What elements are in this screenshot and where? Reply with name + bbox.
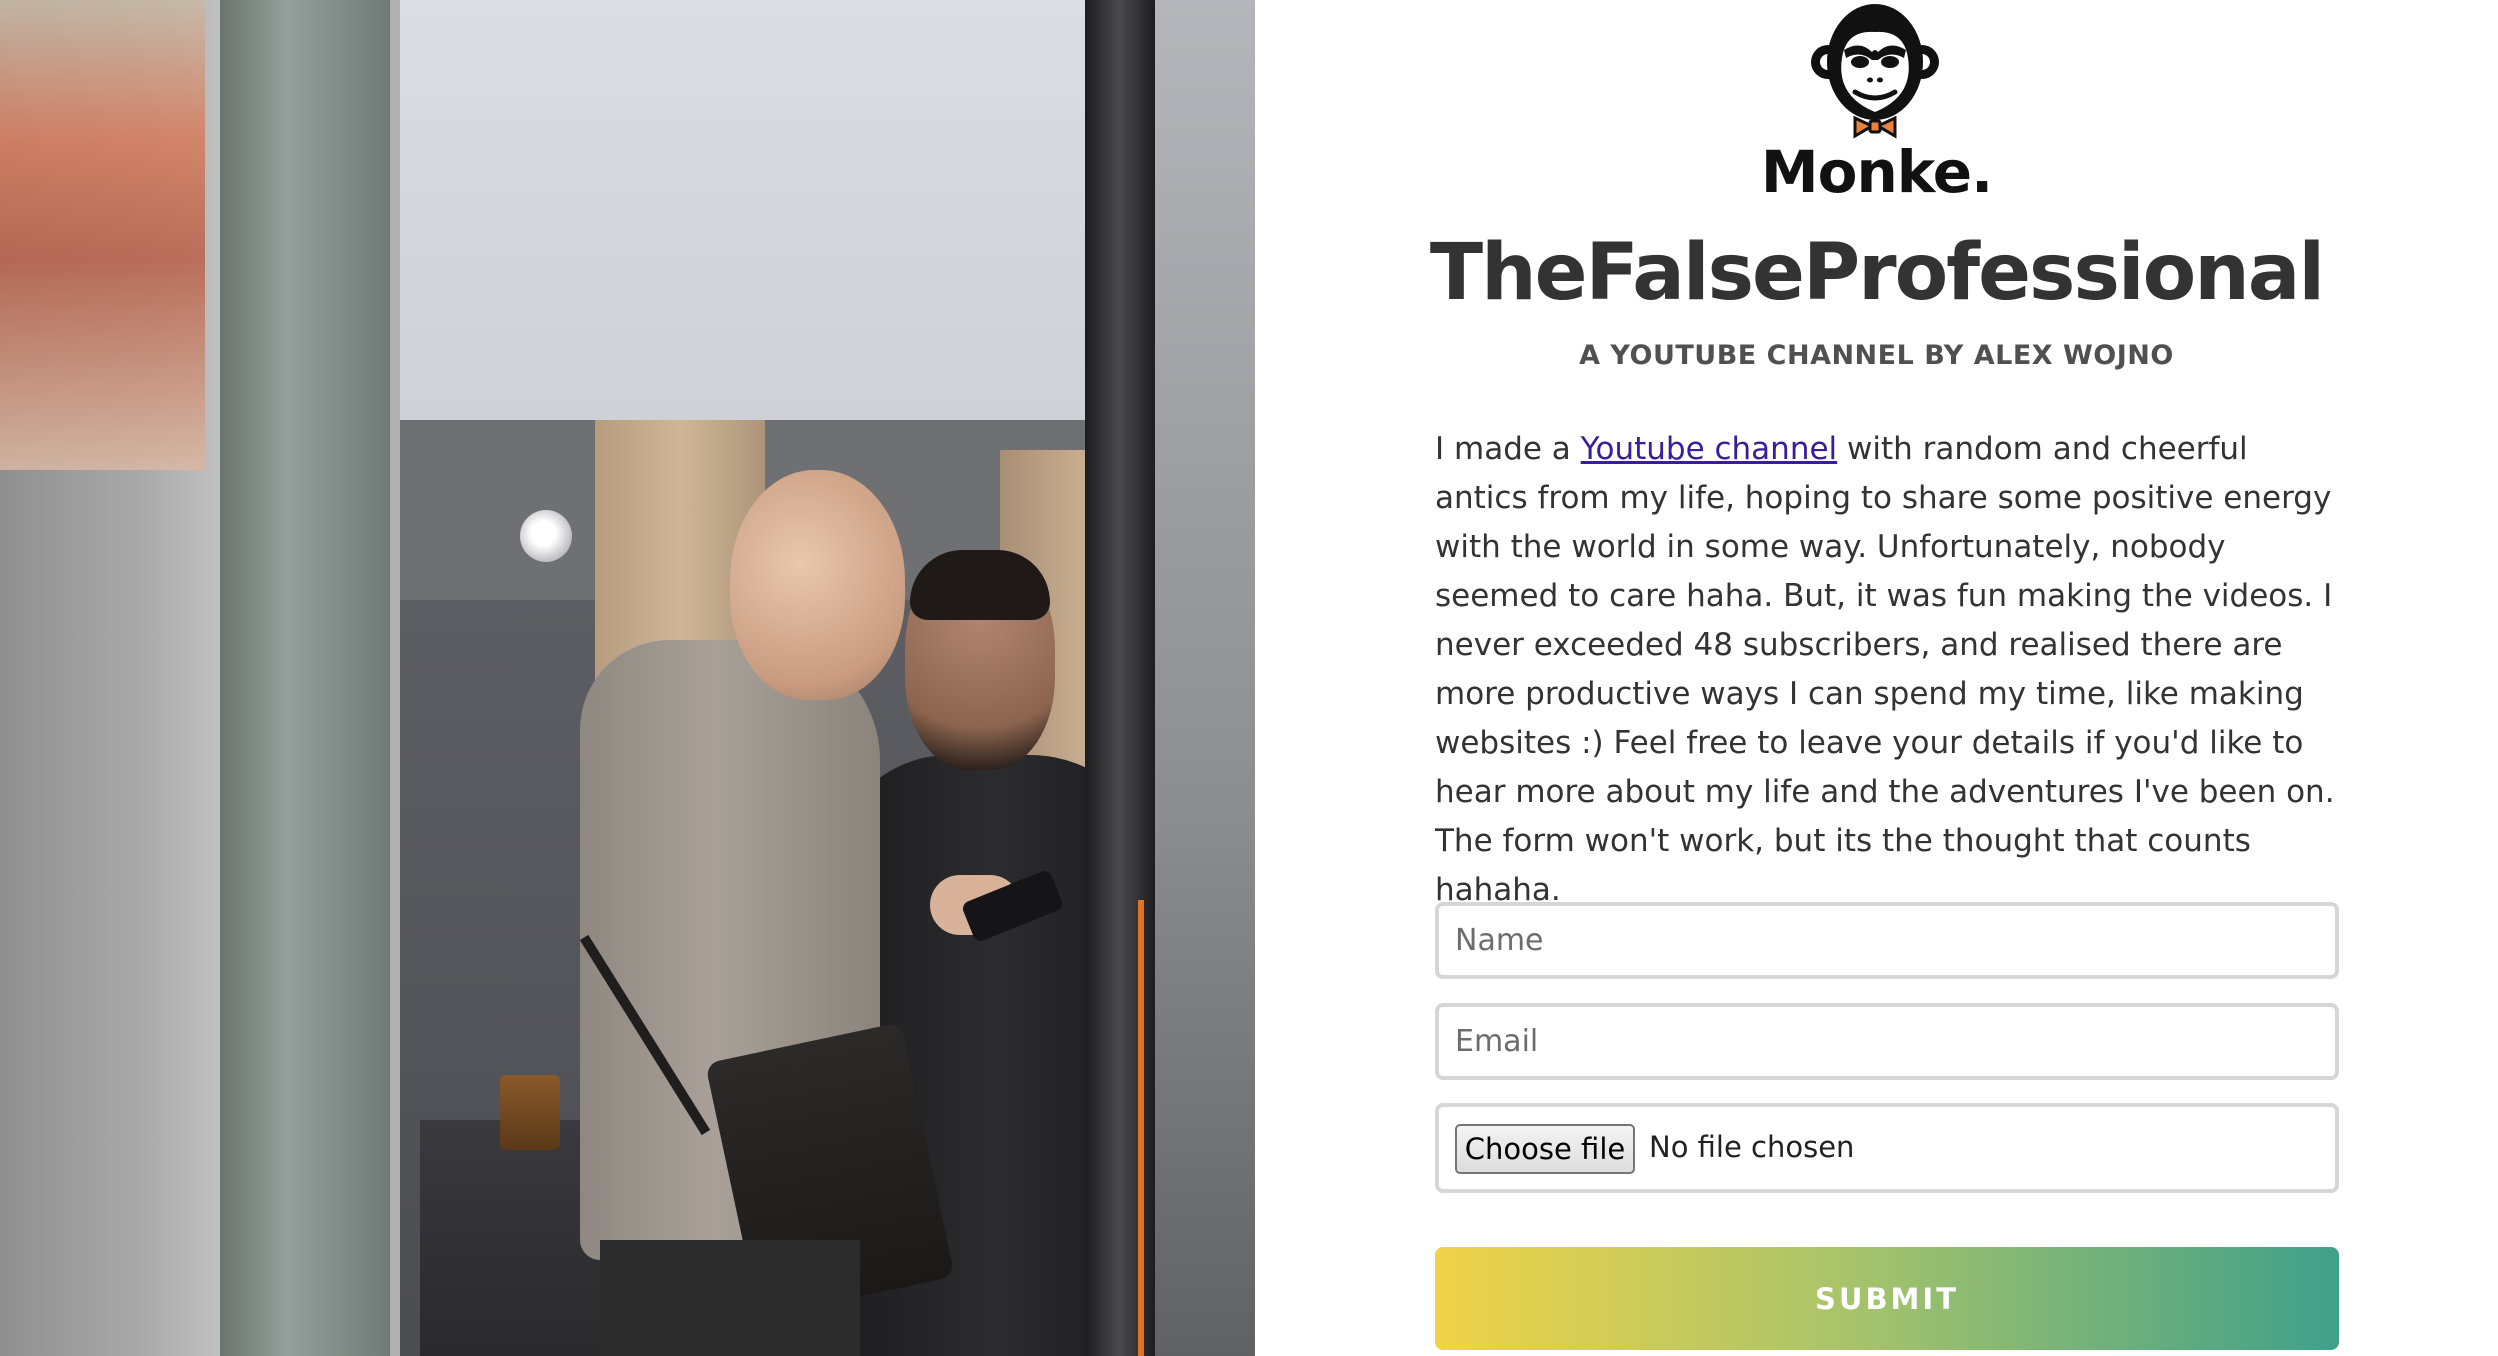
photo-orange-line — [1138, 900, 1144, 1356]
photo-person-2-hair — [910, 550, 1050, 620]
photo-person-1-legs — [600, 1240, 860, 1356]
choose-file-button[interactable]: Choose file — [1455, 1124, 1635, 1174]
file-upload-field[interactable]: Choose file No file chosen — [1435, 1103, 2339, 1193]
email-input[interactable] — [1435, 1003, 2339, 1080]
monkey-head-bowtie-icon — [1811, 4, 1939, 139]
photo-security-camera — [520, 510, 572, 562]
page-title: TheFalseProfessional — [1429, 228, 2325, 318]
file-status-text: No file chosen — [1649, 1130, 1855, 1164]
content-panel: Monke. TheFalseProfessional A YOUTUBE CH… — [1255, 0, 2498, 1356]
photo-mirror-frame — [1085, 0, 1155, 1356]
intro-text-start: I made a — [1435, 431, 1581, 467]
submit-button[interactable]: SUBMIT — [1435, 1247, 2339, 1350]
photo-poster — [0, 0, 205, 470]
page: Monke. TheFalseProfessional A YOUTUBE CH… — [0, 0, 2498, 1356]
youtube-channel-link[interactable]: Youtube channel — [1581, 431, 1838, 467]
intro-paragraph: I made a Youtube channel with random and… — [1435, 425, 2335, 915]
logo[interactable]: Monke. — [1255, 0, 2498, 215]
photo-pillar — [220, 0, 390, 1356]
hero-photo — [0, 0, 1255, 1356]
intro-text-end: with random and cheerful antics from my … — [1435, 431, 2335, 908]
photo-mirror-reflection — [1155, 0, 1255, 1356]
name-input[interactable] — [1435, 902, 2339, 979]
photo-bottle — [500, 1075, 560, 1150]
photo-person-1-head — [730, 470, 905, 700]
logo-text: Monke. — [1760, 138, 1993, 206]
page-subtitle: A YOUTUBE CHANNEL BY ALEX WOJNO — [1579, 340, 2174, 371]
photo-ceiling — [400, 0, 1120, 420]
